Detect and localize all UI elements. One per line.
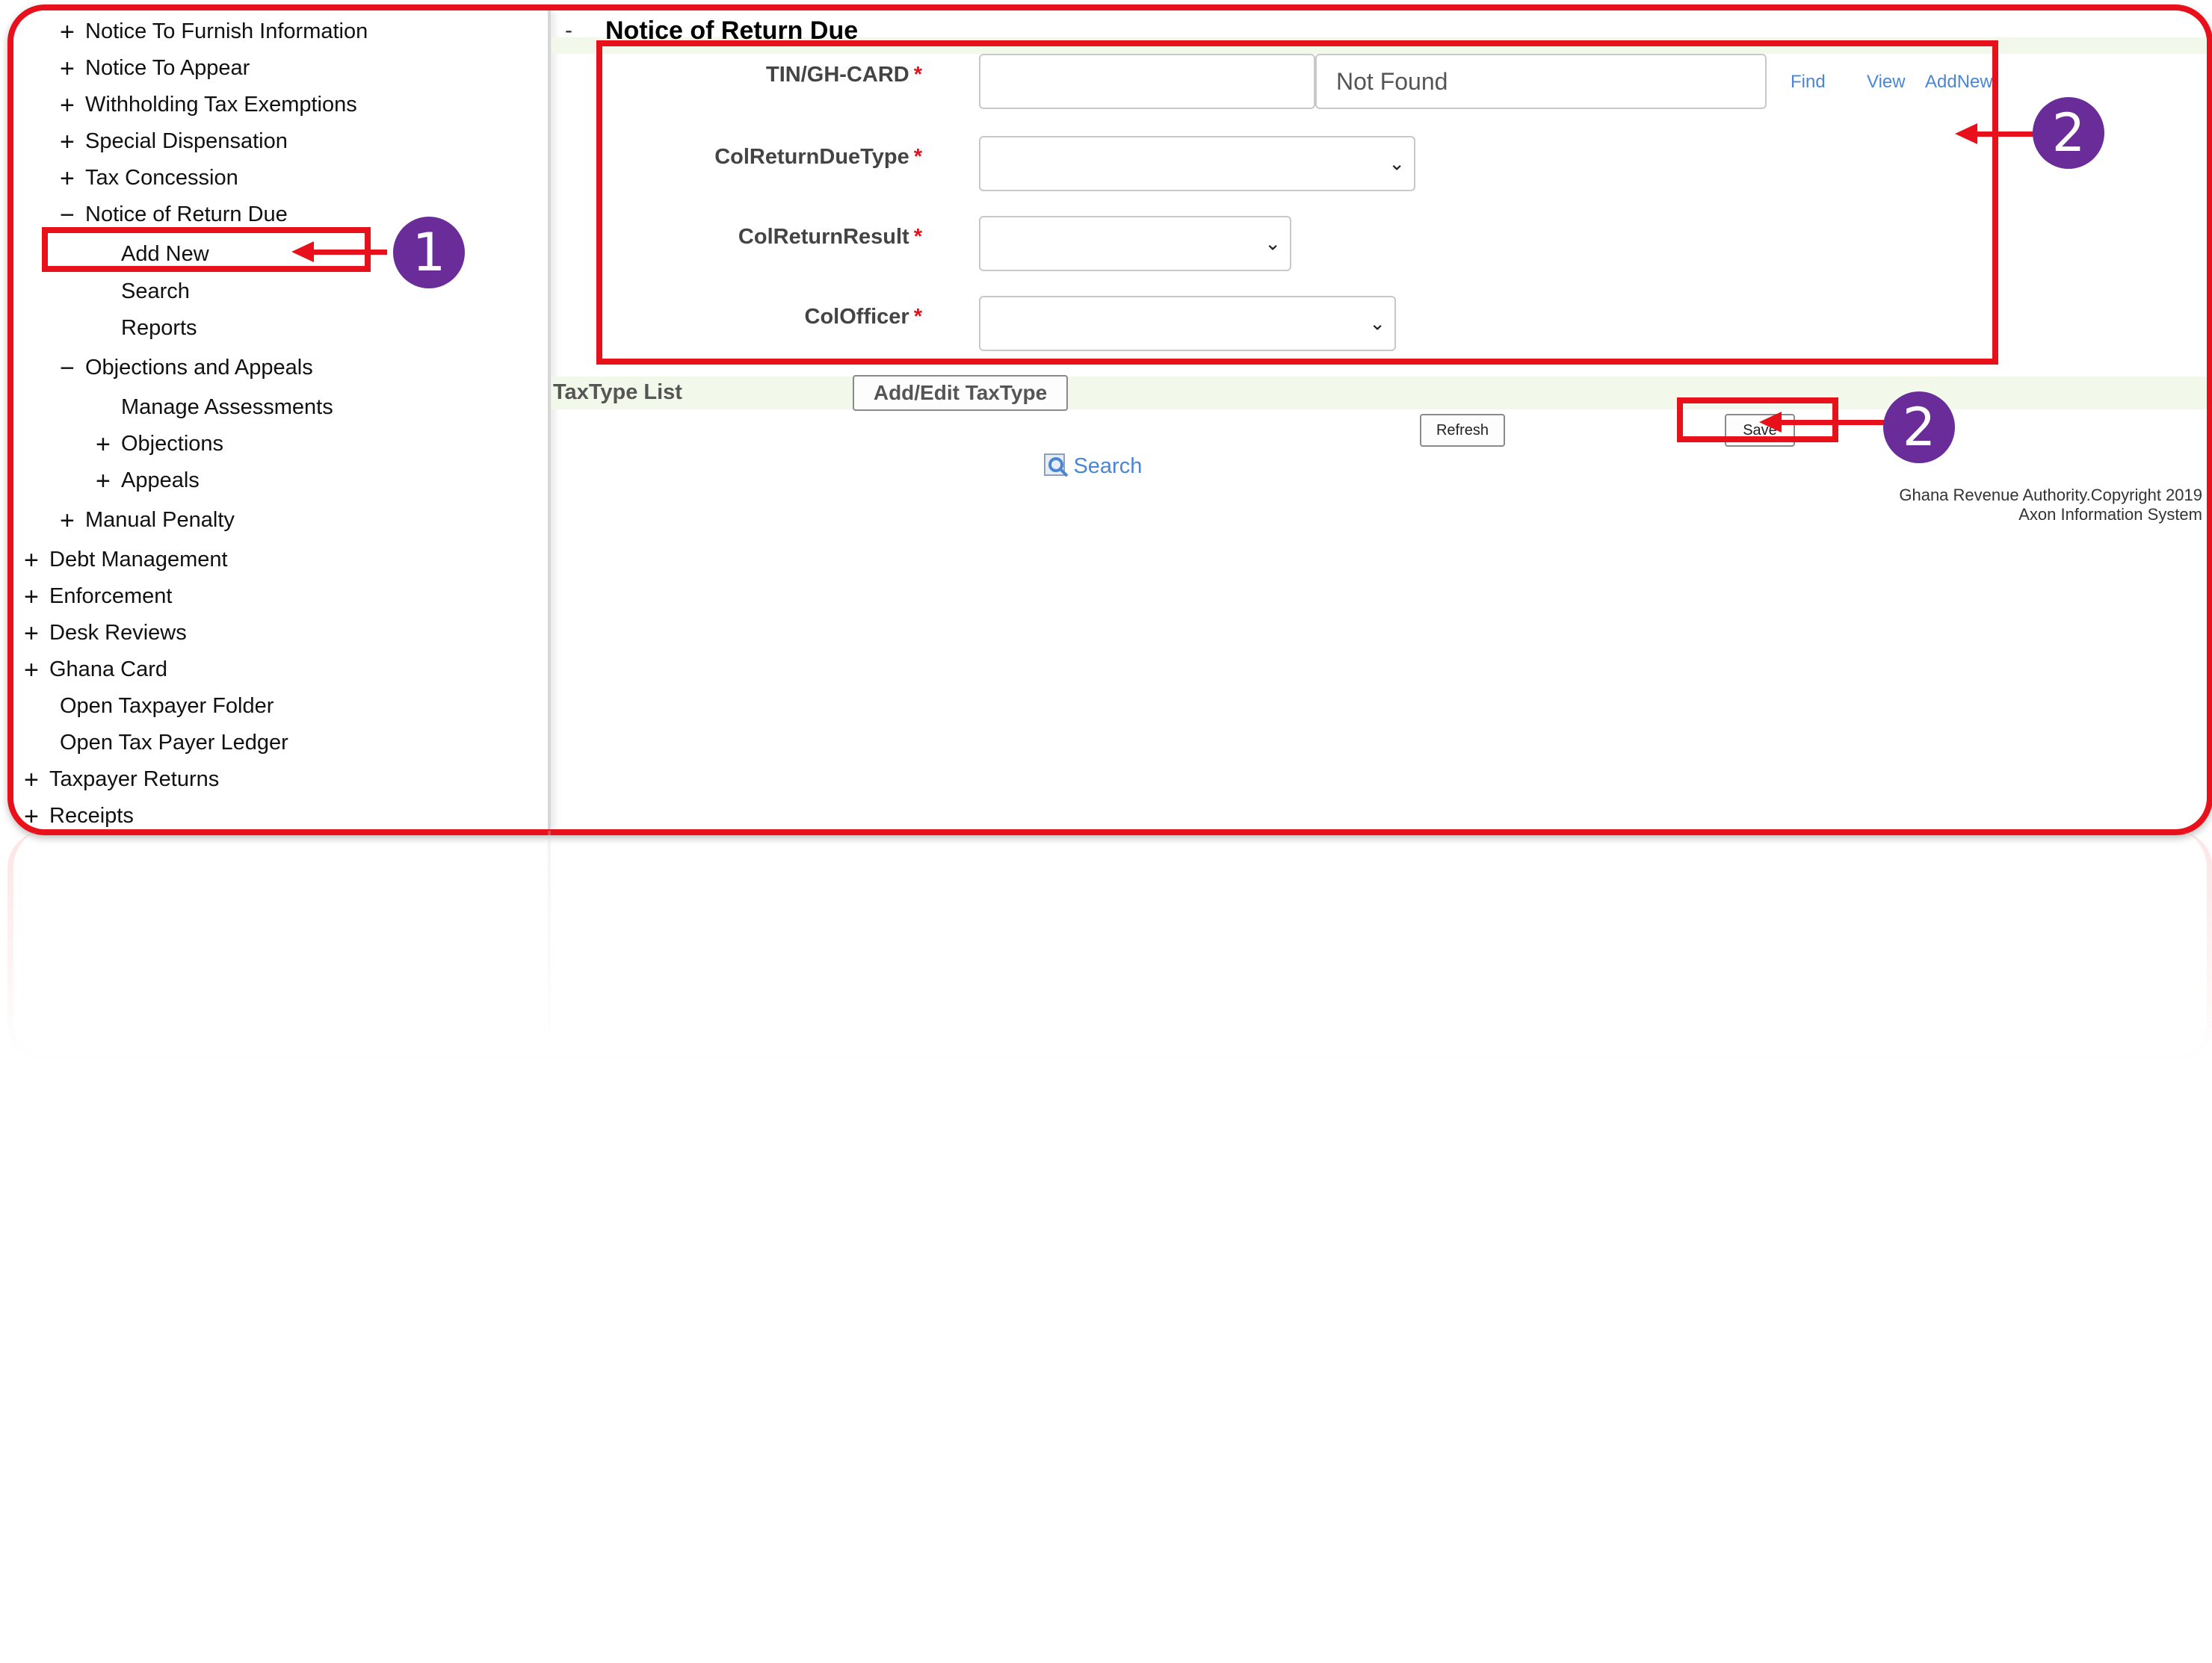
- expand-icon[interactable]: +: [60, 508, 85, 533]
- expand-icon[interactable]: +: [60, 19, 85, 45]
- step-badge-2: 2: [2033, 97, 2104, 169]
- collapse-toggle[interactable]: -: [565, 18, 572, 43]
- step-badge-3: 2: [1883, 391, 1955, 463]
- sidebar-item-taxpayer-returns[interactable]: + Taxpayer Returns: [24, 767, 219, 793]
- footer-band: [552, 511, 2207, 529]
- arrow-3-head: [1759, 412, 1782, 433]
- search-icon: [1043, 451, 1070, 482]
- sidebar-item-tax-concession[interactable]: + Tax Concession: [60, 166, 238, 191]
- expand-icon[interactable]: +: [24, 548, 49, 573]
- footer-copyright: Ghana Revenue Authority.Copyright 2019: [1899, 486, 2202, 504]
- sidebar-item-open-taxpayer-folder[interactable]: Open Taxpayer Folder: [60, 694, 274, 719]
- taxtype-band: [552, 377, 2207, 409]
- refresh-button[interactable]: Refresh: [1420, 414, 1505, 447]
- add-edit-taxtype-button[interactable]: Add/Edit TaxType: [853, 375, 1068, 411]
- sidebar-item-manual-penalty[interactable]: + Manual Penalty: [60, 508, 235, 533]
- expand-icon[interactable]: +: [96, 432, 121, 457]
- arrow-1-head: [291, 241, 314, 262]
- frame-reflection: [7, 831, 2212, 1061]
- step-badge-1: 1: [393, 217, 465, 288]
- expand-icon[interactable]: +: [96, 468, 121, 494]
- sidebar-item-appeals[interactable]: + Appeals: [96, 468, 200, 494]
- search-action[interactable]: Search: [1043, 451, 1142, 482]
- sidebar-item-special-dispensation[interactable]: + Special Dispensation: [60, 129, 288, 155]
- collapse-icon[interactable]: −: [60, 356, 85, 381]
- expand-icon[interactable]: +: [60, 93, 85, 118]
- sidebar-item-objections[interactable]: + Objections: [96, 432, 223, 457]
- sidebar-item-desk-reviews[interactable]: + Desk Reviews: [24, 621, 187, 646]
- sidebar-item-manage-assessments[interactable]: Manage Assessments: [121, 395, 333, 420]
- taxtype-list-label: TaxType List: [553, 380, 682, 404]
- expand-icon[interactable]: +: [24, 621, 49, 646]
- sidebar-item-enforcement[interactable]: + Enforcement: [24, 584, 172, 610]
- sidebar-item-reports[interactable]: Reports: [121, 316, 197, 341]
- sidebar-item-objections-and-appeals[interactable]: − Objections and Appeals: [60, 356, 313, 381]
- expand-icon[interactable]: +: [24, 804, 49, 829]
- footer-system: Axon Information System: [2018, 505, 2202, 524]
- reflection-sidebar: [13, 831, 551, 1055]
- sidebar-item-debt-management[interactable]: + Debt Management: [24, 548, 228, 573]
- expand-icon[interactable]: +: [60, 56, 85, 81]
- sidebar-item-notice-to-furnish-information[interactable]: + Notice To Furnish Information: [60, 19, 368, 45]
- arrow-3-line: [1779, 420, 1900, 425]
- sidebar-item-withholding-tax-exemptions[interactable]: + Withholding Tax Exemptions: [60, 93, 357, 118]
- sidebar-item-receipts[interactable]: + Receipts: [24, 804, 134, 829]
- sidebar-item-open-tax-payer-ledger[interactable]: Open Tax Payer Ledger: [60, 731, 288, 755]
- arrow-2-head: [1955, 123, 1977, 144]
- highlight-form-fields: [596, 40, 1998, 365]
- expand-icon[interactable]: +: [60, 129, 85, 155]
- screenshot-frame: + Notice To Furnish Information + Notice T…: [7, 4, 2212, 835]
- sidebar-item-ghana-card[interactable]: + Ghana Card: [24, 657, 167, 683]
- expand-icon[interactable]: +: [24, 657, 49, 683]
- expand-icon[interactable]: +: [24, 767, 49, 793]
- collapse-icon[interactable]: −: [60, 202, 85, 228]
- sidebar-item-search[interactable]: Search: [121, 279, 190, 304]
- arrow-1-line: [312, 250, 387, 255]
- sidebar-item-notice-to-appear[interactable]: + Notice To Appear: [60, 56, 250, 81]
- expand-icon[interactable]: +: [60, 166, 85, 191]
- expand-icon[interactable]: +: [24, 584, 49, 610]
- sidebar-item-notice-of-return-due[interactable]: − Notice of Return Due: [60, 202, 288, 228]
- navigation-sidebar: + Notice To Furnish Information + Notice T…: [13, 10, 551, 829]
